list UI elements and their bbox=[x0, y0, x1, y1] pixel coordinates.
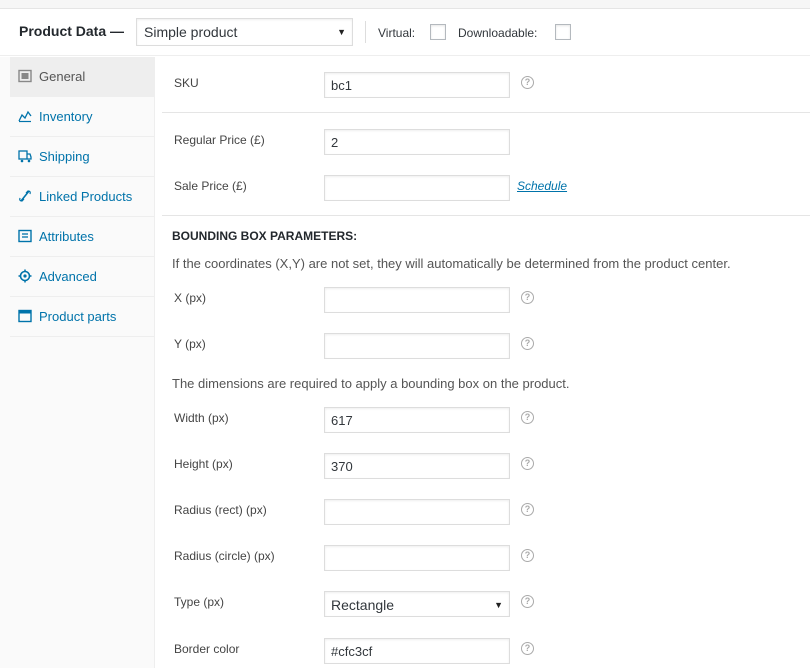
y-input[interactable] bbox=[324, 333, 510, 359]
sale-price-input[interactable] bbox=[324, 175, 510, 201]
section-divider bbox=[162, 215, 810, 216]
height-input[interactable]: 370 bbox=[324, 453, 510, 479]
width-label: Width (px) bbox=[174, 411, 229, 425]
tab-advanced[interactable]: Advanced bbox=[10, 257, 155, 297]
section-divider bbox=[162, 112, 810, 113]
tab-general[interactable]: General bbox=[10, 57, 155, 97]
tab-label: Inventory bbox=[39, 109, 93, 124]
general-icon bbox=[18, 69, 32, 83]
product-data-tabs: General Inventory Shipping Linked Produc… bbox=[0, 57, 155, 668]
radius-rect-input[interactable] bbox=[324, 499, 510, 525]
x-input[interactable] bbox=[324, 287, 510, 313]
type-select-value: Rectangle bbox=[331, 597, 395, 613]
tab-linked-products[interactable]: Linked Products bbox=[10, 177, 155, 217]
y-label: Y (px) bbox=[174, 337, 206, 351]
link-icon bbox=[19, 190, 31, 202]
help-icon[interactable]: ? bbox=[521, 337, 534, 350]
help-icon[interactable]: ? bbox=[521, 595, 534, 608]
regular-price-input[interactable]: 2 bbox=[324, 129, 510, 155]
radius-circle-label: Radius (circle) (px) bbox=[174, 549, 275, 563]
shipping-icon bbox=[18, 150, 32, 163]
top-border bbox=[0, 0, 810, 9]
help-icon[interactable]: ? bbox=[521, 549, 534, 562]
header-divider bbox=[365, 21, 366, 43]
sku-label: SKU bbox=[174, 76, 199, 90]
help-icon[interactable]: ? bbox=[521, 503, 534, 516]
gear-icon bbox=[18, 269, 32, 283]
virtual-checkbox[interactable] bbox=[430, 24, 446, 40]
tab-label: Linked Products bbox=[39, 189, 133, 204]
inventory-icon bbox=[18, 110, 32, 123]
tab-shipping[interactable]: Shipping bbox=[10, 137, 155, 177]
tab-label: Attributes bbox=[39, 229, 94, 244]
help-icon[interactable]: ? bbox=[521, 642, 534, 655]
type-label: Type (px) bbox=[174, 595, 225, 609]
panel-title: Product Data — bbox=[19, 23, 125, 39]
downloadable-checkbox[interactable] bbox=[555, 24, 571, 40]
sale-price-label: Sale Price (£) bbox=[174, 179, 247, 193]
tab-label: Shipping bbox=[39, 149, 90, 164]
tab-attributes[interactable]: Attributes bbox=[10, 217, 155, 257]
virtual-label: Virtual: bbox=[378, 26, 416, 40]
border-color-input[interactable]: #cfc3cf bbox=[324, 638, 510, 664]
tab-label: General bbox=[39, 69, 86, 84]
height-label: Height (px) bbox=[174, 457, 233, 471]
width-input[interactable]: 617 bbox=[324, 407, 510, 433]
panel-header: Product Data — Simple product ▼ Virtual:… bbox=[0, 10, 810, 56]
product-type-value: Simple product bbox=[144, 24, 238, 40]
downloadable-label: Downloadable: bbox=[458, 26, 538, 40]
tab-inventory[interactable]: Inventory bbox=[10, 97, 155, 137]
sku-input[interactable]: bc1 bbox=[324, 72, 510, 98]
tab-label: Advanced bbox=[39, 269, 97, 284]
coords-note: If the coordinates (X,Y) are not set, th… bbox=[172, 256, 731, 271]
help-icon[interactable]: ? bbox=[521, 457, 534, 470]
product-data-panel: Product Data — Simple product ▼ Virtual:… bbox=[0, 0, 810, 668]
dimensions-note: The dimensions are required to apply a b… bbox=[172, 376, 570, 391]
bounding-box-heading: BOUNDING BOX PARAMETERS: bbox=[172, 229, 358, 243]
schedule-link[interactable]: Schedule bbox=[517, 179, 567, 193]
tab-product-parts[interactable]: Product parts bbox=[10, 297, 155, 337]
window-icon bbox=[18, 309, 32, 323]
x-label: X (px) bbox=[174, 291, 207, 305]
radius-rect-label: Radius (rect) (px) bbox=[174, 503, 267, 517]
help-icon[interactable]: ? bbox=[521, 411, 534, 424]
help-icon[interactable]: ? bbox=[521, 291, 534, 304]
border-color-label: Border color bbox=[174, 642, 240, 656]
attributes-icon bbox=[18, 229, 32, 243]
type-select[interactable]: Rectangle ▼ bbox=[324, 591, 510, 617]
product-type-select[interactable]: Simple product ▼ bbox=[136, 18, 353, 46]
dropdown-arrow-icon: ▼ bbox=[494, 600, 503, 610]
radius-circle-input[interactable] bbox=[324, 545, 510, 571]
help-icon[interactable]: ? bbox=[521, 76, 534, 89]
tab-label: Product parts bbox=[39, 309, 117, 324]
dropdown-arrow-icon: ▼ bbox=[337, 27, 346, 37]
regular-price-label: Regular Price (£) bbox=[174, 133, 265, 147]
